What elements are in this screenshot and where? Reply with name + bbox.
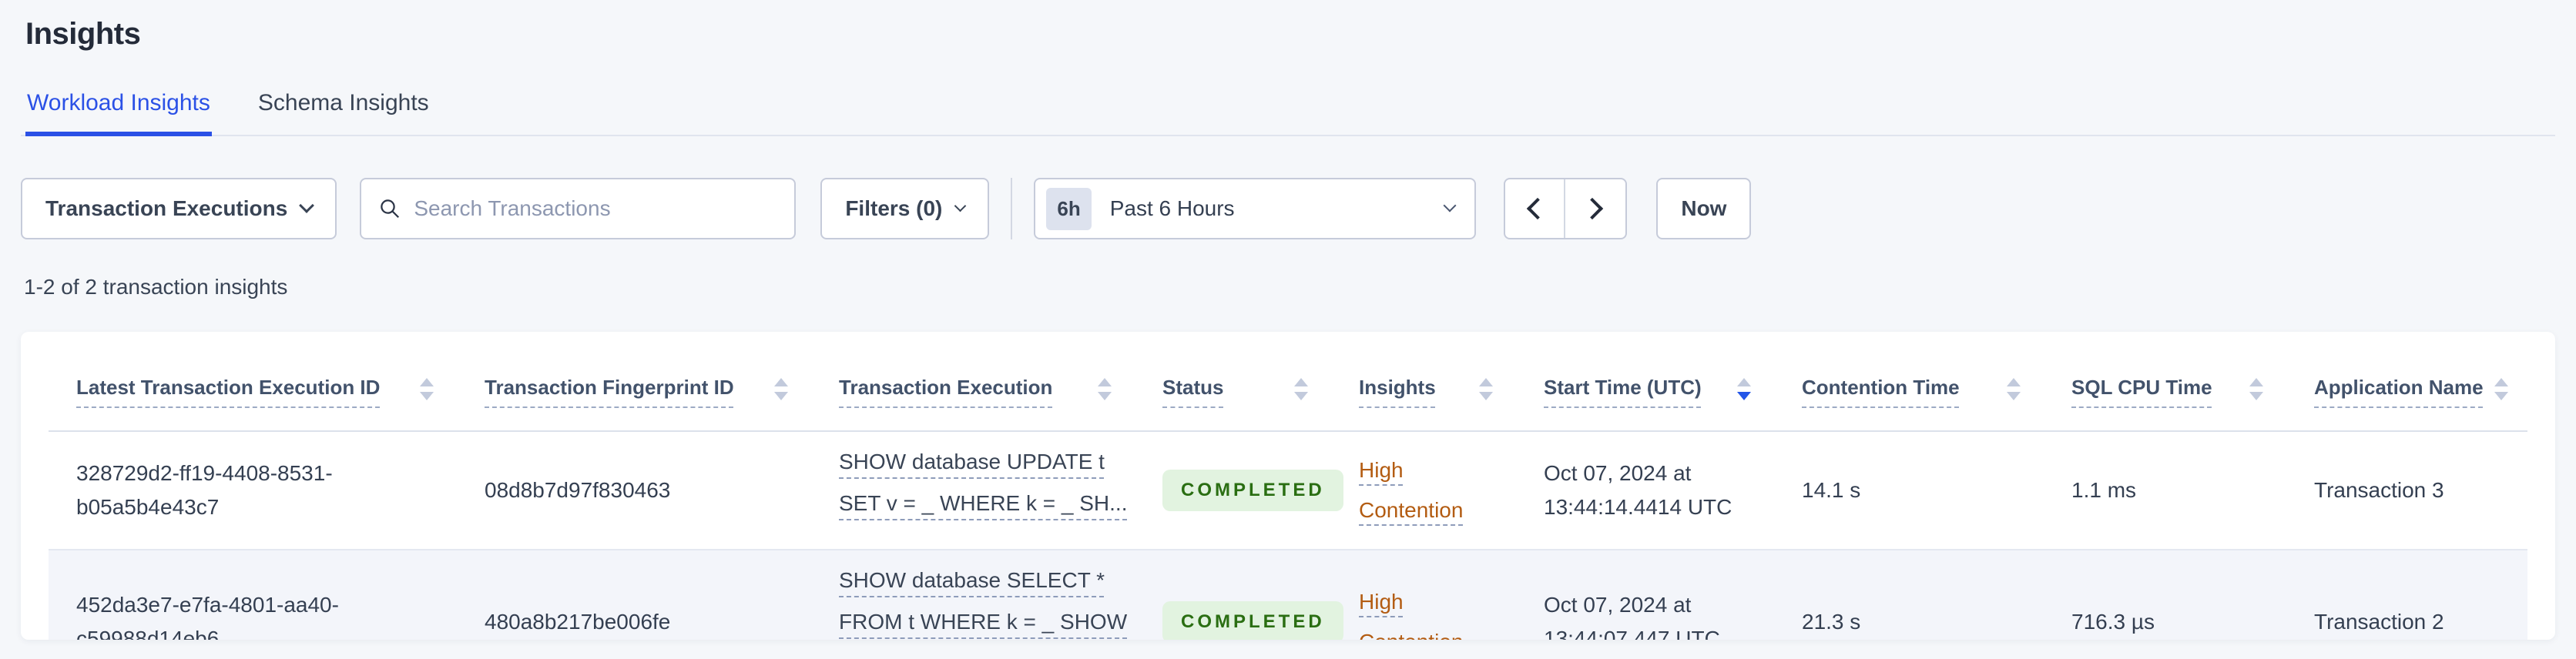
cell-execution-id: 452da3e7-e7fa-4801-aa40-c59988d14eb6 [49, 549, 457, 640]
sort-icon [1294, 378, 1308, 400]
execution-type-label: Transaction Executions [45, 196, 288, 220]
cell-sql-cpu-time: 1.1 ms [2044, 430, 2286, 550]
sort-icon [774, 378, 788, 400]
chevron-down-icon [1443, 199, 1457, 212]
sort-icon [2249, 378, 2263, 400]
transaction-execution-link[interactable]: SHOW database UPDATE t SET v = _ WHERE k… [839, 449, 1128, 517]
search-box [360, 178, 797, 239]
table-row: 452da3e7-e7fa-4801-aa40-c59988d14eb6 480… [49, 549, 2527, 640]
toolbar-divider [1011, 178, 1013, 239]
cell-insights: High Contention [1331, 549, 1516, 640]
toolbar: Transaction Executions Filters (0) 6h Pa… [21, 178, 2555, 239]
next-range-button[interactable] [1565, 179, 1625, 238]
column-header-start-time[interactable]: Start Time (UTC) [1516, 349, 1774, 432]
sort-icon [1098, 378, 1112, 400]
page-container: Insights Workload Insights Schema Insigh… [0, 0, 2576, 640]
cell-transaction-execution: SHOW database SELECT * FROM t WHERE k = … [811, 549, 1135, 640]
cell-status: COMPLETED [1135, 549, 1343, 640]
filters-button[interactable]: Filters (0) [820, 178, 990, 239]
page-title: Insights [25, 17, 141, 51]
insights-table-card: Latest Transaction Execution ID Transact… [21, 332, 2555, 640]
cell-application-name: Transaction 2 [2286, 549, 2527, 640]
filters-label: Filters (0) [845, 196, 943, 220]
table-row: 328729d2-ff19-4408-8531-b05a5b4e43c7 08d… [49, 430, 2527, 550]
search-input[interactable] [414, 196, 778, 221]
column-header-transaction-execution[interactable]: Transaction Execution [811, 349, 1135, 432]
chevron-left-icon [1527, 197, 1549, 220]
now-button[interactable]: Now [1656, 178, 1752, 239]
status-badge: COMPLETED [1162, 600, 1343, 640]
status-badge: COMPLETED [1162, 469, 1343, 511]
time-range-badge: 6h [1046, 187, 1092, 230]
table-header-row: Latest Transaction Execution ID Transact… [49, 349, 2527, 432]
chevron-down-icon [954, 199, 967, 212]
insight-link[interactable]: High Contention [1359, 450, 1501, 530]
time-range-pager [1504, 178, 1628, 239]
results-summary: 1-2 of 2 transaction insights [24, 275, 288, 299]
search-icon [381, 199, 400, 219]
chevron-right-icon [1581, 197, 1604, 220]
insight-link[interactable]: High Contention [1359, 582, 1501, 640]
cell-fingerprint-id: 08d8b7d97f830463 [457, 430, 811, 550]
insights-page: { "page": { "title": "Insights" }, "tabs… [0, 0, 2576, 659]
cell-start-time: Oct 07, 2024 at 13:44:07.447 UTC [1516, 549, 1774, 640]
sort-icon [2007, 378, 2021, 400]
time-range-label: Past 6 Hours [1109, 196, 1235, 220]
cell-start-time: Oct 07, 2024 at 13:44:14.4414 UTC [1516, 430, 1774, 550]
chevron-down-icon [299, 198, 315, 213]
column-header-sql-cpu-time[interactable]: SQL CPU Time [2044, 349, 2286, 432]
cell-sql-cpu-time: 716.3 µs [2044, 549, 2286, 640]
column-header-contention-time[interactable]: Contention Time [1774, 349, 2044, 432]
sort-icon [2494, 378, 2508, 400]
sort-icon [1479, 378, 1493, 400]
execution-type-dropdown[interactable]: Transaction Executions [21, 178, 337, 239]
tab-workload-insights[interactable]: Workload Insights [25, 90, 212, 136]
insights-table: Latest Transaction Execution ID Transact… [49, 349, 2527, 640]
cell-application-name: Transaction 3 [2286, 430, 2527, 550]
sort-icon-active-desc [1737, 378, 1751, 400]
column-header-transaction-fingerprint-id[interactable]: Transaction Fingerprint ID [457, 349, 811, 432]
cell-contention-time: 21.3 s [1774, 549, 2044, 640]
cell-status: COMPLETED [1135, 430, 1343, 550]
time-range-picker[interactable]: 6h Past 6 Hours [1034, 178, 1477, 239]
cell-fingerprint-id: 480a8b217be006fe [457, 549, 811, 640]
column-header-application-name[interactable]: Application Name [2286, 349, 2527, 432]
cell-execution-id: 328729d2-ff19-4408-8531-b05a5b4e43c7 [49, 430, 457, 550]
column-header-latest-transaction-execution-id[interactable]: Latest Transaction Execution ID [49, 349, 457, 432]
transaction-execution-link[interactable]: SHOW database SELECT * FROM t WHERE k = … [839, 567, 1127, 640]
column-header-insights[interactable]: Insights [1331, 349, 1516, 432]
sort-icon [420, 378, 434, 400]
column-header-status[interactable]: Status [1135, 349, 1331, 432]
cell-insights: High Contention [1331, 430, 1516, 550]
tabs-bar: Workload Insights Schema Insights [21, 90, 2555, 136]
cell-transaction-execution: SHOW database UPDATE t SET v = _ WHERE k… [811, 430, 1135, 550]
tab-schema-insights[interactable]: Schema Insights [257, 90, 431, 136]
cell-contention-time: 14.1 s [1774, 430, 2044, 550]
prev-range-button[interactable] [1505, 179, 1566, 238]
